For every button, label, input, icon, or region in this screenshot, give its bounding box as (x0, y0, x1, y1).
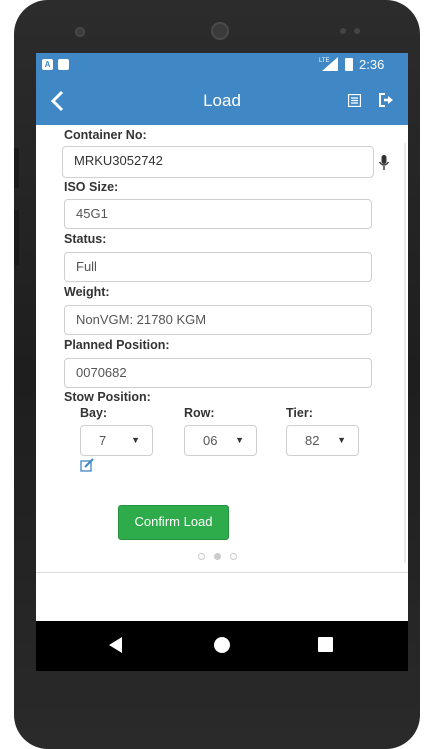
divider (36, 572, 408, 573)
row-value: 06 (203, 433, 218, 448)
tier-label: Tier: (286, 406, 313, 420)
front-camera-icon (211, 22, 229, 40)
confirm-load-button[interactable]: Confirm Load (118, 505, 229, 540)
container-no-input[interactable]: MRKU3052742 (62, 146, 374, 178)
nav-recents-icon[interactable] (318, 637, 333, 652)
list-icon[interactable] (348, 94, 361, 107)
caret-down-icon: ▼ (337, 435, 346, 445)
sensor-dot-icon (340, 28, 346, 34)
pager-dot-active[interactable] (214, 553, 221, 560)
weight-label: Weight: (64, 285, 110, 299)
microphone-icon[interactable] (378, 154, 390, 172)
container-no-label: Container No: (64, 128, 147, 142)
sim-card-icon (58, 59, 69, 70)
nav-home-icon[interactable] (214, 637, 230, 653)
planned-position-label: Planned Position: (64, 338, 170, 352)
bay-label: Bay: (80, 406, 108, 420)
iso-size-input[interactable]: 45G1 (64, 199, 372, 229)
scrollbar[interactable] (404, 143, 406, 563)
volume-button (14, 148, 19, 188)
row-select[interactable]: 06 ▼ (184, 425, 257, 456)
status-bar: A LTE 2:36 (36, 53, 408, 77)
row-label: Row: (184, 406, 215, 420)
battery-icon (345, 58, 353, 71)
stow-position-label: Stow Position: (64, 390, 151, 404)
bay-select[interactable]: 7 ▼ (80, 425, 153, 456)
network-type: LTE (319, 58, 330, 64)
status-input[interactable]: Full (64, 252, 372, 282)
tier-value: 82 (305, 433, 320, 448)
tier-select[interactable]: 82 ▼ (286, 425, 359, 456)
screen: A LTE 2:36 Load Container No: MRKU305274… (36, 53, 408, 621)
status-label: Status: (64, 232, 107, 246)
edit-icon[interactable] (80, 458, 94, 472)
weight-input[interactable]: NonVGM: 21780 KGM (64, 305, 372, 335)
bay-value: 7 (99, 433, 107, 448)
navigation-bar (36, 621, 408, 671)
power-button (14, 210, 19, 265)
caret-down-icon: ▼ (131, 435, 140, 445)
logout-icon[interactable] (378, 92, 394, 108)
clock: 2:36 (359, 57, 385, 72)
sensor-icon (75, 27, 85, 37)
iso-size-label: ISO Size: (64, 180, 119, 194)
planned-position-input[interactable]: 0070682 (64, 358, 372, 388)
app-bar: Load (36, 77, 408, 125)
nav-back-icon[interactable] (109, 637, 122, 653)
sensor-dot-icon (354, 28, 360, 34)
notification-a-icon: A (42, 59, 53, 70)
pager-dot[interactable] (198, 553, 205, 560)
caret-down-icon: ▼ (235, 435, 244, 445)
pager-dot[interactable] (230, 553, 237, 560)
